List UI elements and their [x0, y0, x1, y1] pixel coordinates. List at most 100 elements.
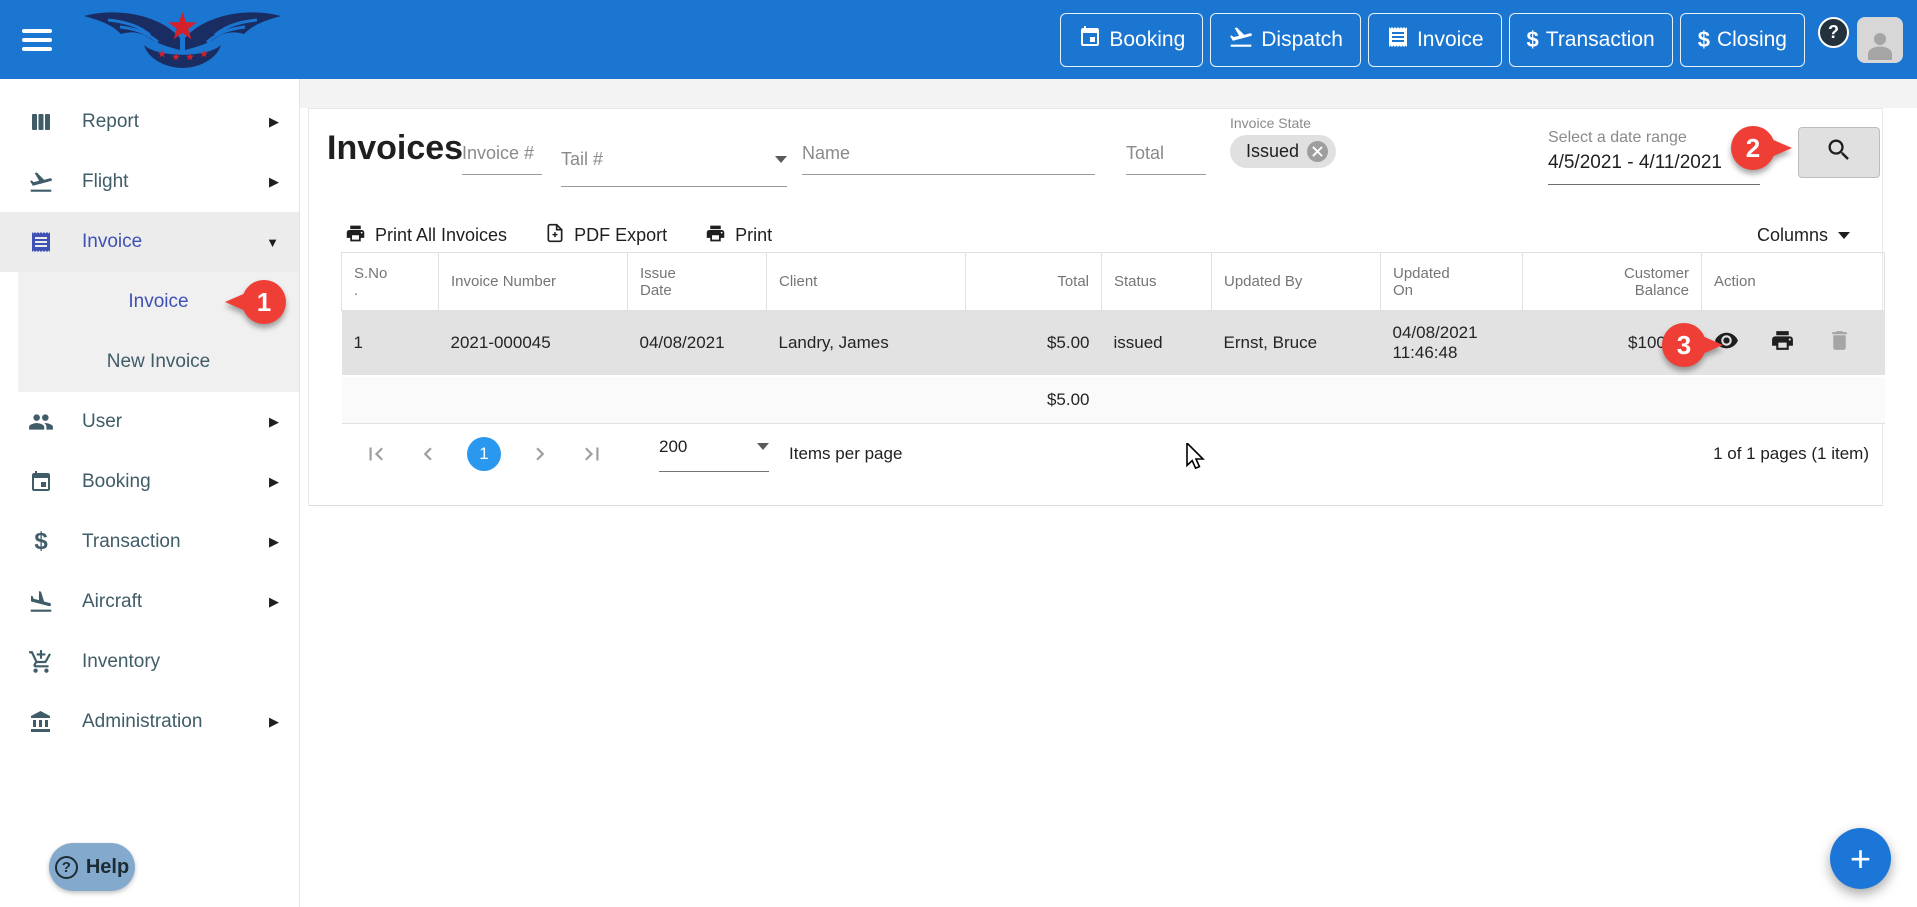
add-cart-icon	[26, 649, 56, 675]
dollar-icon: $	[1698, 27, 1710, 53]
next-page-icon[interactable]	[527, 441, 553, 467]
cell-total: $5.00	[966, 311, 1102, 376]
menu-icon[interactable]	[22, 24, 52, 56]
delete-icon[interactable]	[1827, 328, 1852, 358]
help-icon[interactable]: ?	[1818, 17, 1849, 48]
printer-icon	[345, 223, 366, 249]
nav-dispatch-button[interactable]: Dispatch	[1210, 13, 1361, 67]
pdf-export-button[interactable]: PDF Export	[545, 223, 667, 248]
nav-booking-button[interactable]: Booking	[1060, 13, 1203, 67]
question-icon: ?	[55, 856, 78, 879]
sidebar-item-label: Administration	[82, 711, 202, 733]
last-page-icon[interactable]	[579, 441, 605, 467]
sidebar-item-booking[interactable]: Booking ▶	[0, 452, 299, 512]
sidebar-item-flight[interactable]: Flight ▶	[0, 152, 299, 212]
col-header-updated-by[interactable]: Updated By	[1212, 253, 1381, 311]
close-icon[interactable]	[1307, 141, 1328, 162]
sidebar-item-invoice[interactable]: Invoice ▼	[0, 212, 299, 272]
date-range-underline	[1548, 184, 1760, 185]
calendar-icon	[1078, 25, 1102, 55]
invoice-number-input[interactable]: Invoice #	[462, 143, 542, 175]
sidebar-item-label: Booking	[82, 471, 151, 493]
user-avatar[interactable]	[1857, 17, 1903, 63]
receipt-icon	[1386, 25, 1410, 55]
sidebar-item-administration[interactable]: Administration ▶	[0, 692, 299, 752]
chevron-down-icon: ▼	[266, 235, 279, 250]
chevron-right-icon: ▶	[269, 534, 279, 550]
printer-icon	[705, 223, 726, 249]
report-columns-icon	[26, 110, 56, 134]
name-input[interactable]: Name	[802, 143, 1095, 175]
sidebar-item-inventory[interactable]: Inventory	[0, 632, 299, 692]
nav-closing-button[interactable]: $ Closing	[1680, 13, 1805, 67]
col-header-action[interactable]: Action	[1702, 253, 1885, 311]
table-row[interactable]: 1 2021-000045 04/08/2021 Landry, James $…	[342, 311, 1885, 376]
sidebar-item-report[interactable]: Report ▶	[0, 92, 299, 152]
sidebar-subitem-label: New Invoice	[107, 351, 211, 373]
col-header-issue-date[interactable]: Issue Date	[628, 253, 767, 311]
nav-label: Dispatch	[1261, 28, 1343, 52]
paginator: 1 200 Items per page 1 of 1 pages (1 ite…	[341, 423, 1884, 485]
footer-total: $5.00	[966, 376, 1102, 424]
calendar-icon	[26, 470, 56, 494]
sidebar-item-label: Transaction	[82, 531, 181, 553]
nav-transaction-button[interactable]: $ Transaction	[1509, 13, 1673, 67]
bank-icon	[26, 710, 56, 734]
col-header-customer-balance[interactable]: Customer Balance	[1523, 253, 1702, 311]
sidebar-subitem-invoice[interactable]: Invoice	[18, 272, 299, 332]
chip-label: Issued	[1246, 141, 1299, 162]
page-title: Invoices	[327, 129, 463, 168]
chevron-down-icon	[1838, 232, 1850, 239]
nav-label: Invoice	[1417, 28, 1484, 52]
sidebar-item-transaction[interactable]: $ Transaction ▶	[0, 512, 299, 572]
help-button[interactable]: ? Help	[49, 843, 135, 891]
search-button[interactable]	[1798, 127, 1880, 178]
name-placeholder: Name	[802, 143, 1095, 164]
print-all-invoices-button[interactable]: Print All Invoices	[345, 223, 507, 249]
chevron-right-icon: ▶	[269, 594, 279, 610]
col-header-total[interactable]: Total	[966, 253, 1102, 311]
page-size-select[interactable]: 200	[659, 437, 769, 472]
pagination-summary: 1 of 1 pages (1 item)	[1713, 444, 1869, 464]
sidebar-subitem-new-invoice[interactable]: New Invoice	[18, 332, 299, 392]
current-page-button[interactable]: 1	[467, 437, 501, 471]
sidebar-item-label: Inventory	[82, 651, 160, 673]
sidebar-item-label: Report	[82, 111, 139, 133]
total-placeholder: Total	[1126, 143, 1206, 164]
col-header-sno[interactable]: S.No .	[342, 253, 439, 311]
nav-invoice-button[interactable]: Invoice	[1368, 13, 1502, 67]
sidebar-item-aircraft[interactable]: Aircraft ▶	[0, 572, 299, 632]
cell-customer-balance: $100.00	[1523, 311, 1702, 376]
col-header-client[interactable]: Client	[767, 253, 966, 311]
sidebar-item-user[interactable]: User ▶	[0, 392, 299, 452]
add-invoice-fab[interactable]: +	[1830, 828, 1891, 889]
view-icon[interactable]	[1714, 328, 1739, 358]
chevron-down-icon	[775, 156, 787, 163]
tail-number-select[interactable]: Tail #	[561, 149, 787, 187]
table-toolbar: Print All Invoices PDF Export Print Colu…	[309, 219, 1882, 252]
nav-label: Closing	[1717, 28, 1787, 52]
toolbar-label: Print All Invoices	[375, 225, 507, 246]
col-header-status[interactable]: Status	[1102, 253, 1212, 311]
columns-dropdown[interactable]: Columns	[1757, 225, 1850, 246]
date-range-label: Select a date range	[1548, 129, 1687, 147]
chevron-down-icon	[757, 443, 769, 450]
invoice-state-chip[interactable]: Issued	[1230, 135, 1336, 168]
chevron-right-icon: ▶	[269, 174, 279, 190]
sidebar-item-label: Aircraft	[82, 591, 142, 613]
receipt-icon	[26, 230, 56, 254]
print-row-icon[interactable]	[1770, 328, 1795, 358]
date-range-value[interactable]: 4/5/2021 - 4/11/2021	[1548, 152, 1722, 174]
cell-issue-date: 04/08/2021	[628, 311, 767, 376]
invoice-number-placeholder: Invoice #	[462, 143, 542, 164]
col-header-updated-on[interactable]: Updated On	[1381, 253, 1523, 311]
first-page-icon[interactable]	[363, 441, 389, 467]
col-header-invoice-number[interactable]: Invoice Number	[439, 253, 628, 311]
total-input[interactable]: Total	[1126, 143, 1206, 175]
svg-text:2: 2	[1746, 133, 1760, 163]
nav-label: Transaction	[1546, 28, 1655, 52]
page-size-value: 200	[659, 437, 687, 457]
toolbar-label: PDF Export	[574, 225, 667, 246]
previous-page-icon[interactable]	[415, 441, 441, 467]
print-button[interactable]: Print	[705, 223, 772, 249]
